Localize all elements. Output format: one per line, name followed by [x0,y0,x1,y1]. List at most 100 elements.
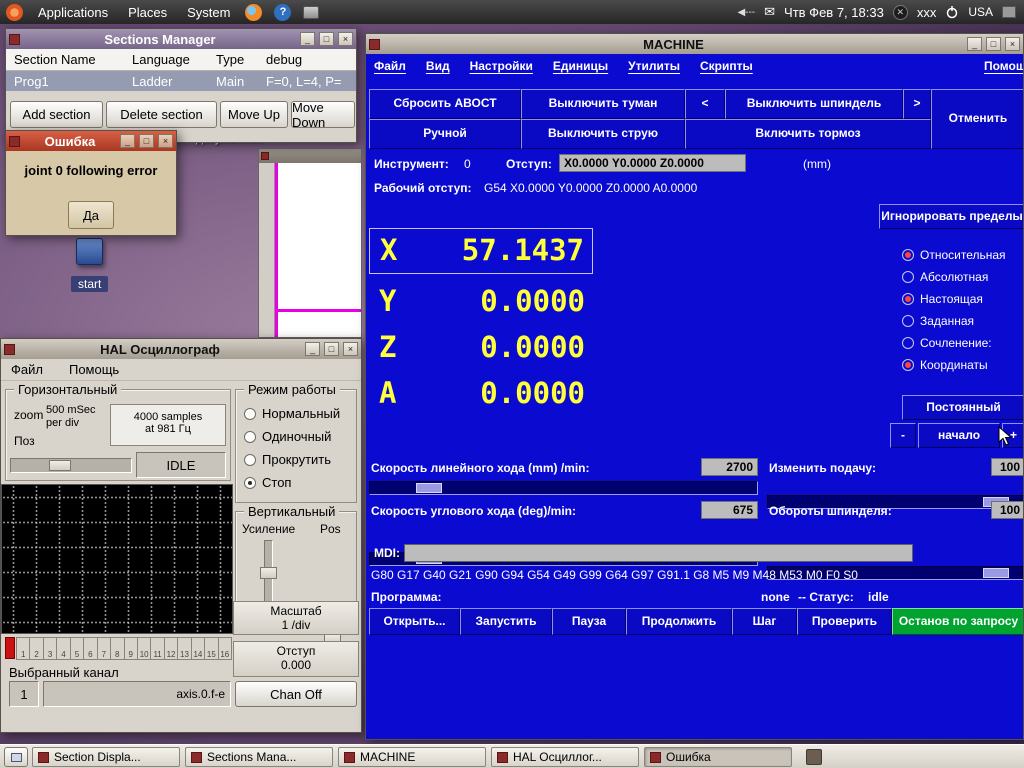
network-indicator[interactable]: ◀--- [737,7,755,18]
tray-icon[interactable] [1002,6,1016,18]
menu-item[interactable]: Скрипты [700,59,753,73]
trigger-marker[interactable] [5,637,15,659]
firefox-icon[interactable] [245,4,262,21]
start-launcher-icon[interactable] [76,238,103,265]
verify-button[interactable]: Проверить [797,608,892,635]
section-display-window[interactable] [258,148,362,338]
channel-button[interactable]: 7 [97,637,111,660]
clock[interactable]: Чтв Фев 7, 18:33 [784,5,884,20]
mode-roll[interactable]: Прокрутить [244,452,331,467]
jog-minus-button[interactable]: - [890,423,916,448]
menu-item[interactable]: Утилиты [628,59,680,73]
axis-z-readout[interactable]: Z 0.0000 [369,328,593,370]
show-desktop-button[interactable] [4,747,28,767]
brake-button[interactable]: Включить тормоз [685,119,931,149]
keyboard-layout[interactable]: USA [968,5,993,19]
distributor-logo-icon[interactable] [6,4,23,21]
start-launcher-label[interactable]: start [71,276,108,292]
machine-titlebar[interactable]: MACHINE _ □ × [366,34,1023,54]
mode-normal[interactable]: Нормальный [244,406,340,421]
menu-item[interactable]: Настройки [470,59,533,73]
col-header[interactable]: debug [266,52,356,67]
add-section-button[interactable]: Add section [10,101,103,128]
gain-slider[interactable] [264,540,273,606]
channel-button[interactable]: 12 [164,637,178,660]
channel-button[interactable]: 6 [83,637,97,660]
pause-button[interactable]: Пауза [552,608,626,635]
channel-source[interactable]: axis.0.f-e [43,681,231,707]
maximize-button[interactable]: □ [986,37,1001,51]
section-display-titlebar[interactable] [259,149,361,163]
channel-button[interactable]: 9 [124,637,138,660]
move-down-button[interactable]: Move Down [291,101,355,128]
optional-stop-button[interactable]: Останов по запросу [892,608,1024,635]
taskbar-item-error[interactable]: Ошибка [644,747,792,767]
mist-button[interactable]: Выключить туман [521,89,685,119]
channel-button[interactable]: 8 [110,637,124,660]
spindle-slower-button[interactable]: < [685,89,725,119]
resume-button[interactable]: Продолжить [626,608,732,635]
minimize-button[interactable]: _ [300,32,315,46]
close-button[interactable]: × [338,32,353,46]
user-name[interactable]: xxx [917,5,937,20]
sections-table-row[interactable]: Prog1 Ladder Main F=0, L=4, P= [6,71,356,91]
estop-button[interactable]: Сбросить АВОСТ [369,89,521,119]
close-button[interactable]: × [343,342,358,356]
power-icon[interactable] [945,5,959,19]
scope-titlebar[interactable]: HAL Осциллограф _ □ × [1,339,361,359]
error-dialog-titlebar[interactable]: Ошибка _ □ × [6,131,176,151]
step-button[interactable]: Шаг [732,608,797,635]
minimize-button[interactable]: _ [305,342,320,356]
menu-file[interactable]: Файл [11,362,43,377]
screenshot-icon[interactable] [303,6,319,19]
channel-button[interactable]: 15 [204,637,218,660]
maximize-button[interactable]: □ [139,134,154,148]
maximize-button[interactable]: □ [324,342,339,356]
col-header[interactable]: Section Name [14,52,132,67]
mode-single[interactable]: Одиночный [244,429,331,444]
user-switch-icon[interactable]: ✕ [893,5,908,20]
axis-x-readout[interactable]: X 57.1437 [369,228,593,274]
scope-display[interactable] [1,484,233,634]
panel-menu[interactable]: System [184,3,233,22]
ok-button[interactable]: Да [68,201,114,229]
menu-item[interactable]: Вид [426,59,450,73]
open-button[interactable]: Открыть... [369,608,460,635]
abort-button[interactable]: Отменить [931,89,1024,149]
col-header[interactable]: Type [216,52,266,67]
axis-a-readout[interactable]: A 0.0000 [369,374,593,416]
move-up-button[interactable]: Move Up [220,101,288,128]
taskbar-item-section-display[interactable]: Section Displa... [32,747,180,767]
chan-off-button[interactable]: Chan Off [235,681,357,707]
menu-help[interactable]: Помощь [984,59,1024,73]
channel-button[interactable]: 1 [16,637,30,660]
home-button[interactable]: начало [918,423,1000,448]
maximize-button[interactable]: □ [319,32,334,46]
radio-commanded[interactable]: Заданная [902,314,974,328]
mode-manual-button[interactable]: Ручной [369,119,521,149]
linear-jog-speed-slider[interactable] [369,481,758,495]
horizontal-pos-slider[interactable] [10,458,132,473]
channel-button[interactable]: 3 [43,637,57,660]
channel-button[interactable]: 10 [137,637,151,660]
close-button[interactable]: × [1005,37,1020,51]
radio-actual[interactable]: Настоящая [902,292,983,306]
channel-button[interactable]: 14 [191,637,205,660]
jog-continuous-button[interactable]: Постоянный [902,395,1024,420]
taskbar-item-hal-scope[interactable]: HAL Осциллог... [491,747,639,767]
channel-button[interactable]: 2 [29,637,43,660]
channel-button[interactable]: 4 [56,637,70,660]
radio-world[interactable]: Координаты [902,358,988,372]
radio-relative[interactable]: Относительная [902,248,1006,262]
panel-menu[interactable]: Applications [35,3,111,22]
channel-button[interactable]: 5 [70,637,84,660]
menu-help[interactable]: Помощь [69,362,119,377]
flood-button[interactable]: Выключить струю [521,119,685,149]
col-header[interactable]: Language [132,52,216,67]
channel-button[interactable]: 11 [150,637,164,660]
sections-manager-titlebar[interactable]: Sections Manager _ □ × [6,29,356,49]
run-button[interactable]: Запустить [460,608,552,635]
minimize-button[interactable]: _ [967,37,982,51]
taskbar-item-sections-manager[interactable]: Sections Mana... [185,747,333,767]
channel-button[interactable]: 16 [218,637,232,660]
